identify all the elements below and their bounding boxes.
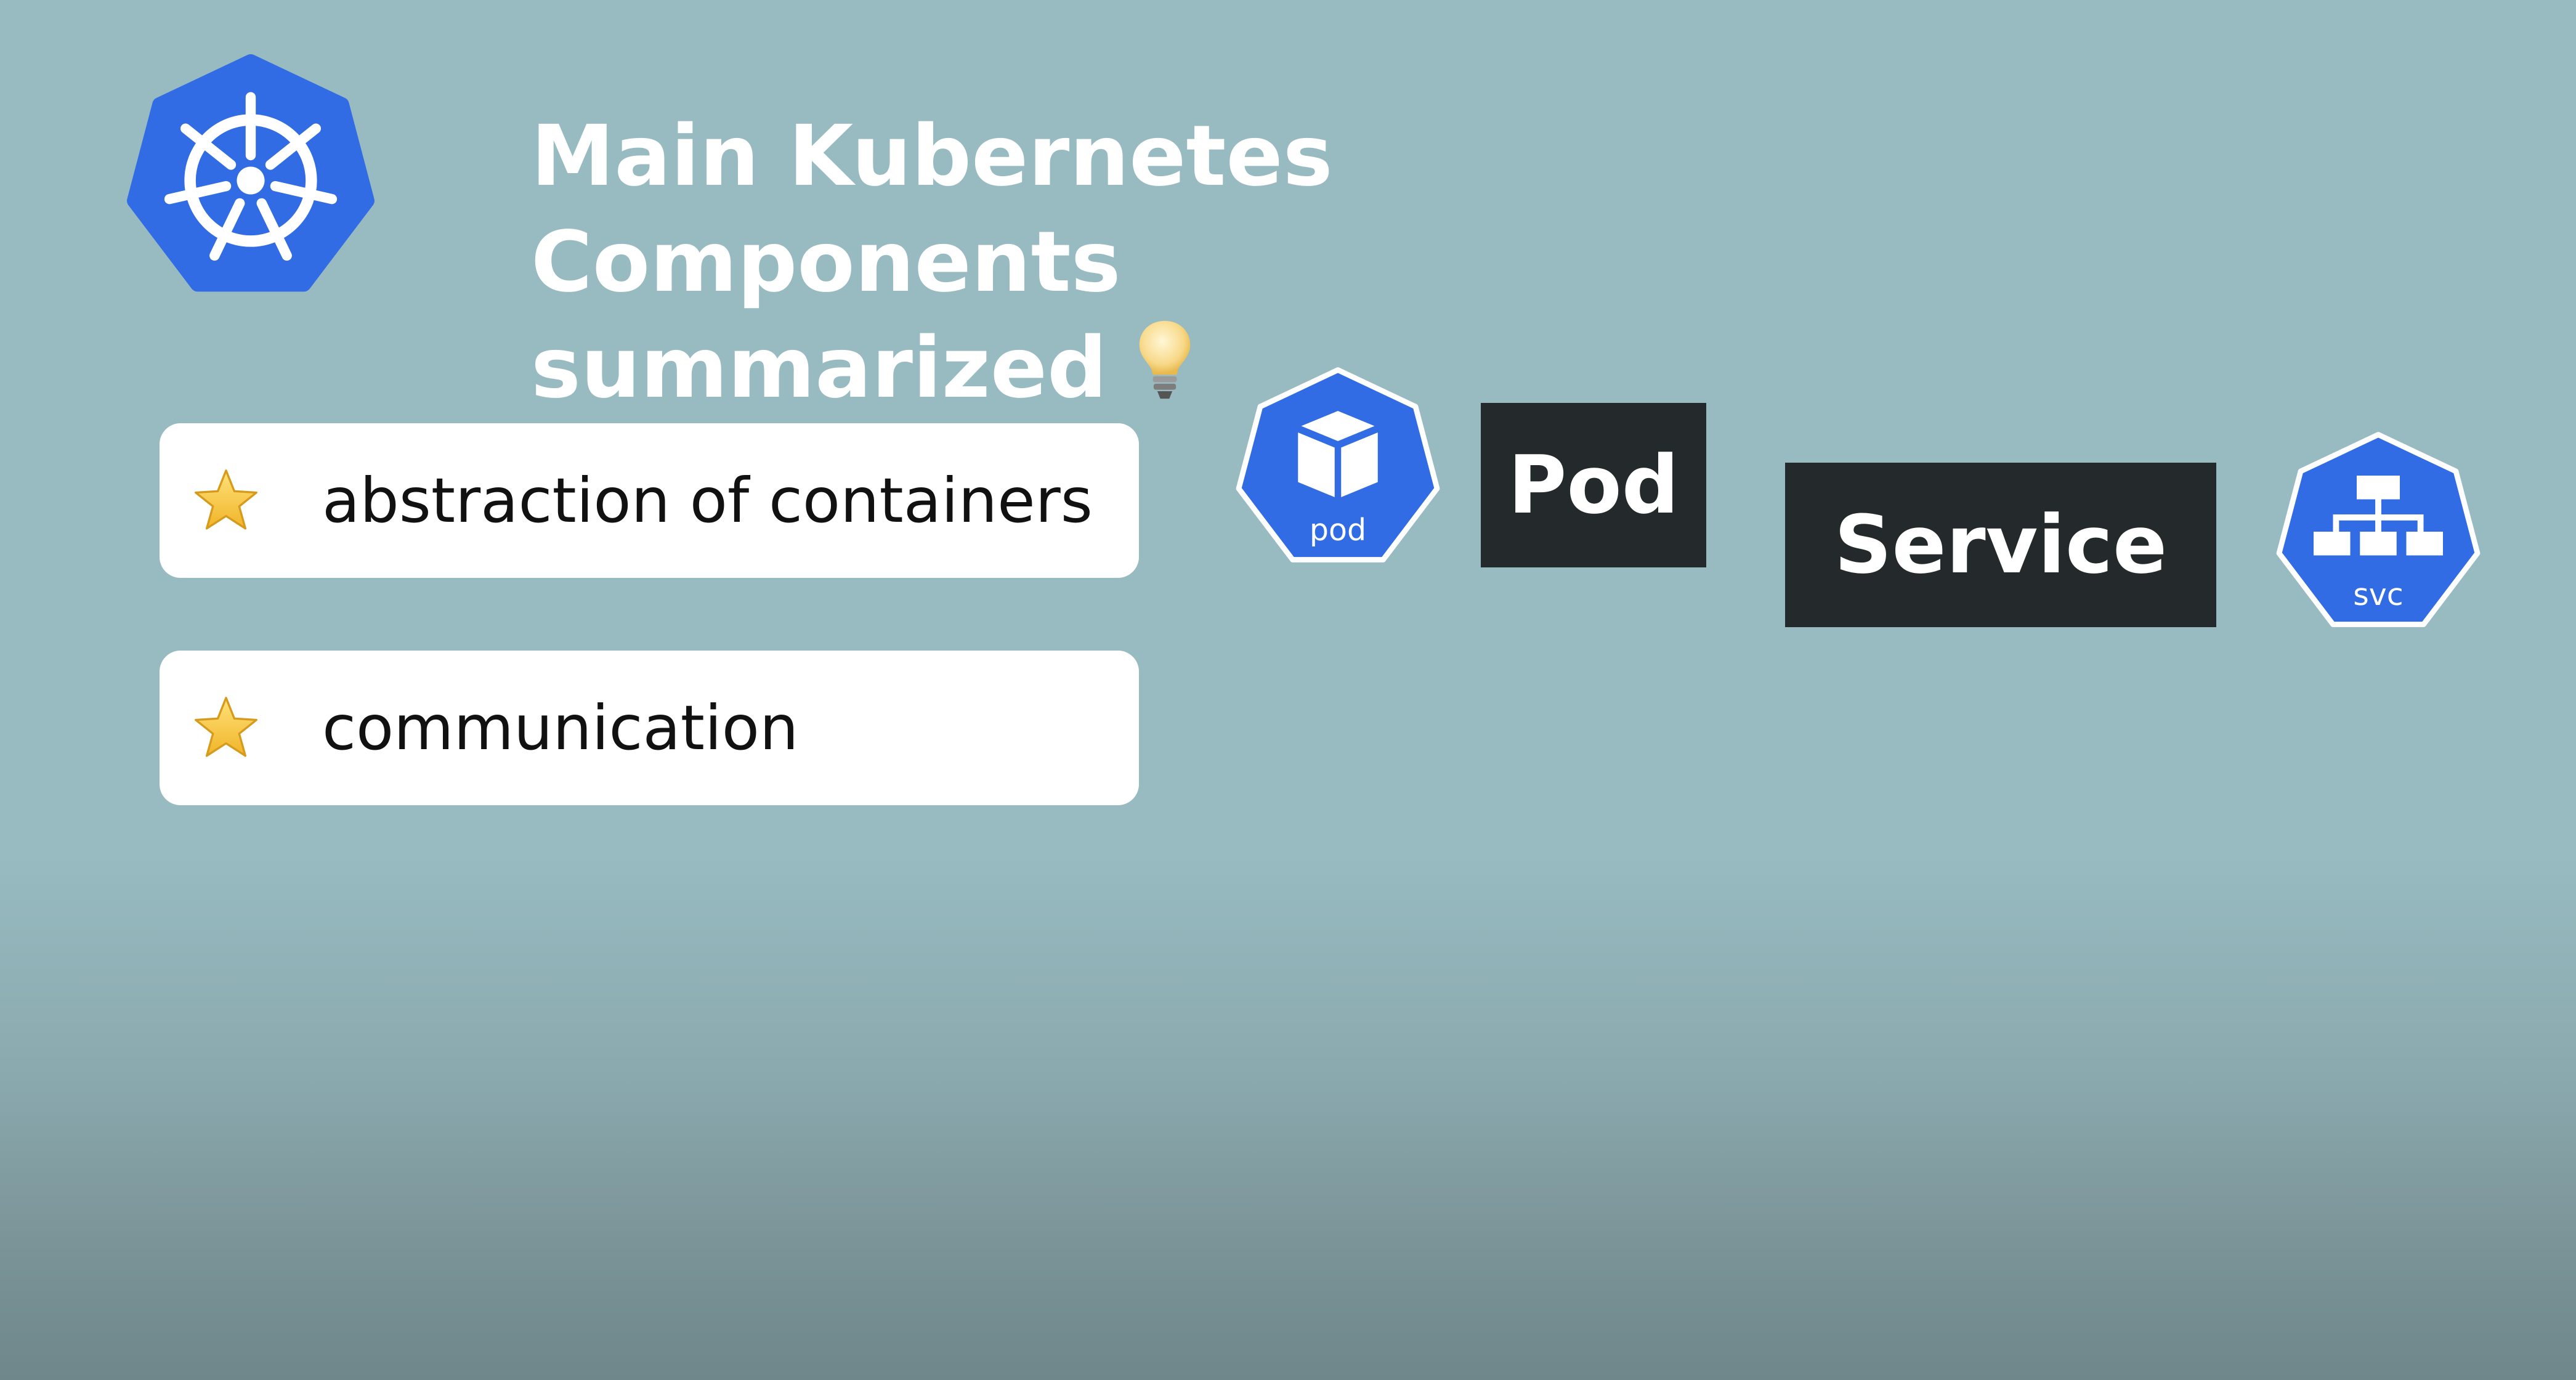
title-line-2-text: summarized <box>531 320 1108 417</box>
summary-card-communication: communication <box>160 651 1139 805</box>
title-line-1: Main Kubernetes Components <box>531 108 1333 311</box>
lightbulb-icon <box>1140 320 1191 399</box>
pod-icon-text: pod <box>1310 513 1366 548</box>
summary-card-abstraction: abstraction of containers <box>160 423 1139 578</box>
kubernetes-logo-icon <box>127 54 375 292</box>
card-text: abstraction of containers <box>322 465 1093 537</box>
service-icon: svc <box>2276 432 2481 627</box>
star-icon <box>195 469 257 530</box>
pod-label: Pod <box>1481 403 1706 567</box>
svc-icon-text: svc <box>2353 577 2403 612</box>
page-title: Main Kubernetes Components summarized <box>531 104 1886 421</box>
star-icon <box>195 697 257 757</box>
service-label: Service <box>1785 463 2216 627</box>
pod-icon: pod <box>1236 367 1440 562</box>
card-text: communication <box>322 692 799 764</box>
